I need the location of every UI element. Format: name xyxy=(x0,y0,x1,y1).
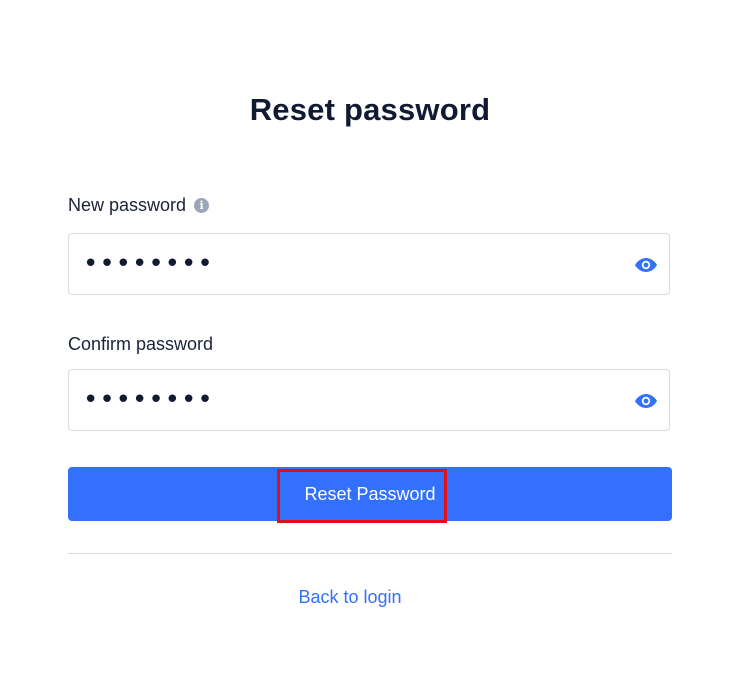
new-password-label-row: New password i xyxy=(68,193,210,217)
info-icon[interactable]: i xyxy=(194,197,210,213)
show-confirm-password-eye-icon[interactable] xyxy=(633,389,659,413)
new-password-field-box xyxy=(68,233,670,295)
new-password-input[interactable] xyxy=(83,234,623,294)
reset-password-page: Reset password New password i Confirm pa… xyxy=(0,0,738,690)
back-link-row: Back to login xyxy=(0,584,700,610)
show-new-password-eye-icon[interactable] xyxy=(633,253,659,277)
confirm-password-label: Confirm password xyxy=(68,334,214,354)
new-password-label: New password xyxy=(68,195,187,215)
confirm-password-input[interactable] xyxy=(83,370,623,430)
divider xyxy=(68,553,672,554)
confirm-password-field-box xyxy=(68,369,670,431)
back-to-login-link[interactable]: Back to login xyxy=(298,587,401,607)
confirm-password-label-row: Confirm password xyxy=(68,332,213,356)
page-title: Reset password xyxy=(249,92,491,127)
reset-password-button[interactable]: Reset Password xyxy=(68,467,672,521)
